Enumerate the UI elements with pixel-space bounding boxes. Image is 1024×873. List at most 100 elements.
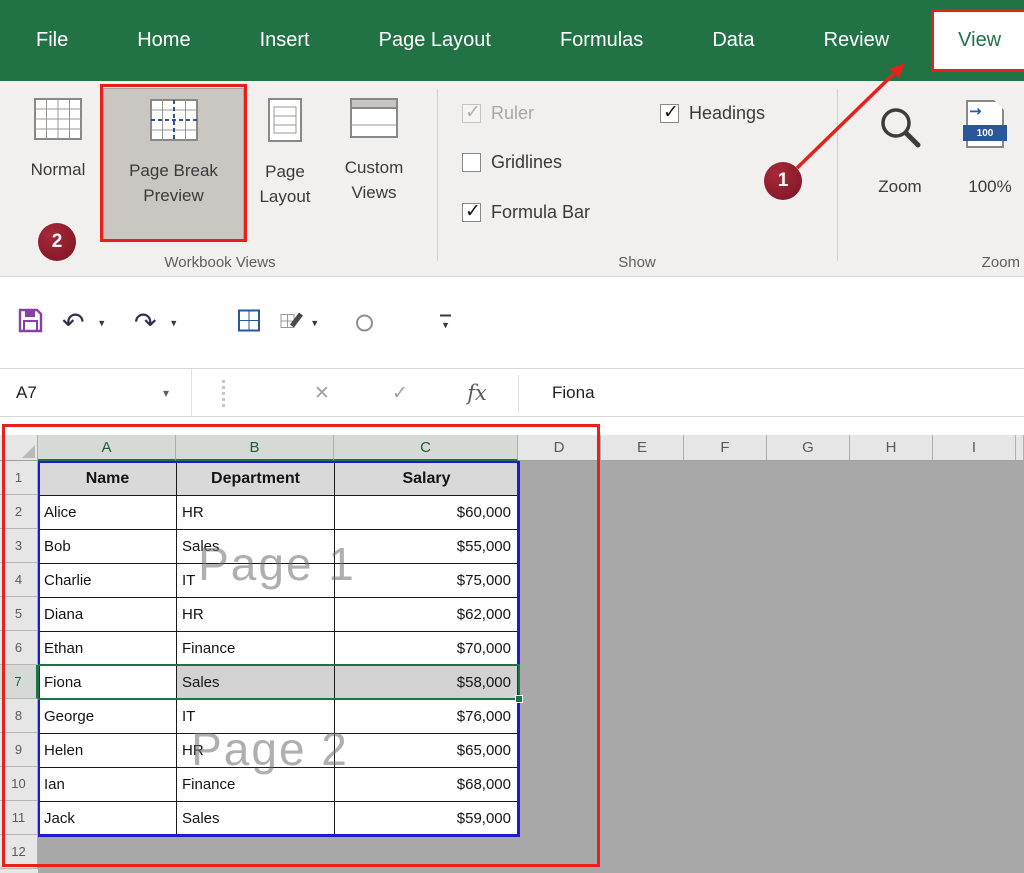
cell[interactable]: Helen bbox=[39, 734, 177, 768]
formula-bar-checkbox[interactable]: Formula Bar bbox=[462, 202, 590, 223]
qat-customize-button[interactable]: ▾ bbox=[440, 314, 451, 331]
fill-handle[interactable] bbox=[515, 695, 523, 703]
insert-function-button[interactable]: fx bbox=[455, 369, 499, 416]
cell[interactable]: $60,000 bbox=[335, 496, 519, 530]
row-header[interactable]: 12 bbox=[0, 835, 38, 869]
cell[interactable]: HR bbox=[177, 598, 335, 632]
cell[interactable]: HR bbox=[177, 496, 335, 530]
ruler-checkbox[interactable]: Ruler bbox=[462, 103, 534, 124]
zoom-button[interactable] bbox=[876, 103, 926, 158]
cell[interactable]: Sales bbox=[177, 802, 335, 836]
column-header-d[interactable]: D bbox=[518, 435, 601, 461]
formula-input[interactable]: Fiona bbox=[552, 369, 595, 416]
header-cell[interactable]: Salary bbox=[335, 462, 519, 496]
undo-button[interactable]: ↶ bbox=[62, 309, 85, 336]
normal-view-button[interactable]: Normal bbox=[14, 88, 102, 240]
borders-button[interactable] bbox=[238, 309, 260, 336]
enter-button[interactable]: ✓ bbox=[378, 369, 422, 416]
column-header-a[interactable]: A bbox=[38, 435, 176, 461]
cell[interactable]: Ethan bbox=[39, 632, 177, 666]
group-separator bbox=[837, 89, 838, 261]
active-cell[interactable]: Fiona bbox=[39, 666, 177, 700]
shape-circle-button[interactable] bbox=[356, 314, 373, 331]
column-header-f[interactable]: F bbox=[684, 435, 767, 461]
header-cell[interactable]: Department bbox=[177, 462, 335, 496]
zoom-button-label[interactable]: Zoom bbox=[860, 177, 940, 197]
cell[interactable]: $68,000 bbox=[335, 768, 519, 802]
headings-checkbox[interactable]: Headings bbox=[660, 103, 765, 124]
redo-dropdown[interactable]: ▾ bbox=[171, 316, 177, 329]
column-header-h[interactable]: H bbox=[850, 435, 933, 461]
row-header[interactable]: 3 bbox=[0, 529, 38, 563]
cell[interactable]: George bbox=[39, 700, 177, 734]
row-header[interactable]: 5 bbox=[0, 597, 38, 631]
cell[interactable]: $55,000 bbox=[335, 530, 519, 564]
tab-formulas[interactable]: Formulas bbox=[536, 12, 667, 69]
cell[interactable]: Sales bbox=[177, 666, 335, 700]
cell[interactable]: $76,000 bbox=[335, 700, 519, 734]
select-all-corner[interactable] bbox=[0, 435, 38, 461]
cancel-button[interactable]: ✕ bbox=[300, 369, 344, 416]
page-break-preview-button[interactable]: Page Break Preview bbox=[103, 88, 244, 240]
header-cell[interactable]: Name bbox=[39, 462, 177, 496]
tab-data[interactable]: Data bbox=[688, 12, 778, 69]
tab-review[interactable]: Review bbox=[800, 12, 914, 69]
row-header[interactable]: 1 bbox=[0, 461, 38, 495]
column-header-i[interactable]: I bbox=[933, 435, 1016, 461]
pencil-dropdown[interactable]: ▾ bbox=[312, 316, 318, 329]
zoom-100-label[interactable]: 100% bbox=[950, 177, 1024, 197]
gridlines-checkbox[interactable]: Gridlines bbox=[462, 152, 562, 173]
cell[interactable]: IT bbox=[177, 564, 335, 598]
save-button[interactable] bbox=[18, 308, 43, 338]
chevron-down-icon[interactable]: ▾ bbox=[163, 386, 169, 400]
tab-file[interactable]: File bbox=[12, 12, 92, 69]
cell[interactable]: HR bbox=[177, 734, 335, 768]
row-header[interactable]: 11 bbox=[0, 801, 38, 835]
cell[interactable]: IT bbox=[177, 700, 335, 734]
page-fold-icon bbox=[994, 100, 1004, 110]
row-header[interactable]: 6 bbox=[0, 631, 38, 665]
circle-icon bbox=[356, 314, 373, 331]
column-header-e[interactable]: E bbox=[601, 435, 684, 461]
cell[interactable]: Alice bbox=[39, 496, 177, 530]
row-header[interactable]: 2 bbox=[0, 495, 38, 529]
page-layout-view-button[interactable]: Page Layout bbox=[248, 88, 322, 240]
cell[interactable]: Charlie bbox=[39, 564, 177, 598]
redo-button[interactable]: ↷ bbox=[134, 309, 157, 336]
column-header-g[interactable]: G bbox=[767, 435, 850, 461]
custom-views-button[interactable]: Custom Views bbox=[326, 88, 422, 240]
tab-home[interactable]: Home bbox=[113, 12, 214, 69]
name-box-value: A7 bbox=[16, 383, 37, 403]
cell[interactable]: Finance bbox=[177, 632, 335, 666]
cell[interactable]: Bob bbox=[39, 530, 177, 564]
cell[interactable]: $59,000 bbox=[335, 802, 519, 836]
cell[interactable]: $62,000 bbox=[335, 598, 519, 632]
cell[interactable]: $75,000 bbox=[335, 564, 519, 598]
checkbox-icon bbox=[462, 104, 481, 123]
cell[interactable]: Sales bbox=[177, 530, 335, 564]
window-icon bbox=[350, 98, 398, 146]
cell[interactable]: Finance bbox=[177, 768, 335, 802]
tab-view[interactable]: View bbox=[934, 12, 1024, 69]
draw-table-button[interactable] bbox=[280, 308, 304, 337]
row-header[interactable]: 8 bbox=[0, 699, 38, 733]
cell[interactable]: Ian bbox=[39, 768, 177, 802]
column-header-c[interactable]: C bbox=[334, 435, 518, 461]
row-header[interactable]: 9 bbox=[0, 733, 38, 767]
row-header[interactable]: 4 bbox=[0, 563, 38, 597]
column-header-partial[interactable] bbox=[1016, 435, 1024, 461]
column-header-b[interactable]: B bbox=[176, 435, 334, 461]
row-header[interactable]: 10 bbox=[0, 767, 38, 801]
cell[interactable]: $58,000 bbox=[335, 666, 519, 700]
tab-page-layout[interactable]: Page Layout bbox=[355, 12, 515, 69]
zoom-100-button[interactable]: → 100 bbox=[966, 100, 1004, 148]
formula-bar-grip[interactable] bbox=[222, 380, 225, 407]
cell[interactable]: $70,000 bbox=[335, 632, 519, 666]
row-header-selected[interactable]: 7 bbox=[0, 665, 38, 699]
tab-insert[interactable]: Insert bbox=[236, 12, 334, 69]
cell[interactable]: Diana bbox=[39, 598, 177, 632]
cell[interactable]: Jack bbox=[39, 802, 177, 836]
undo-dropdown[interactable]: ▾ bbox=[99, 316, 105, 329]
cell[interactable]: $65,000 bbox=[335, 734, 519, 768]
name-box[interactable]: A7 ▾ bbox=[0, 369, 192, 416]
